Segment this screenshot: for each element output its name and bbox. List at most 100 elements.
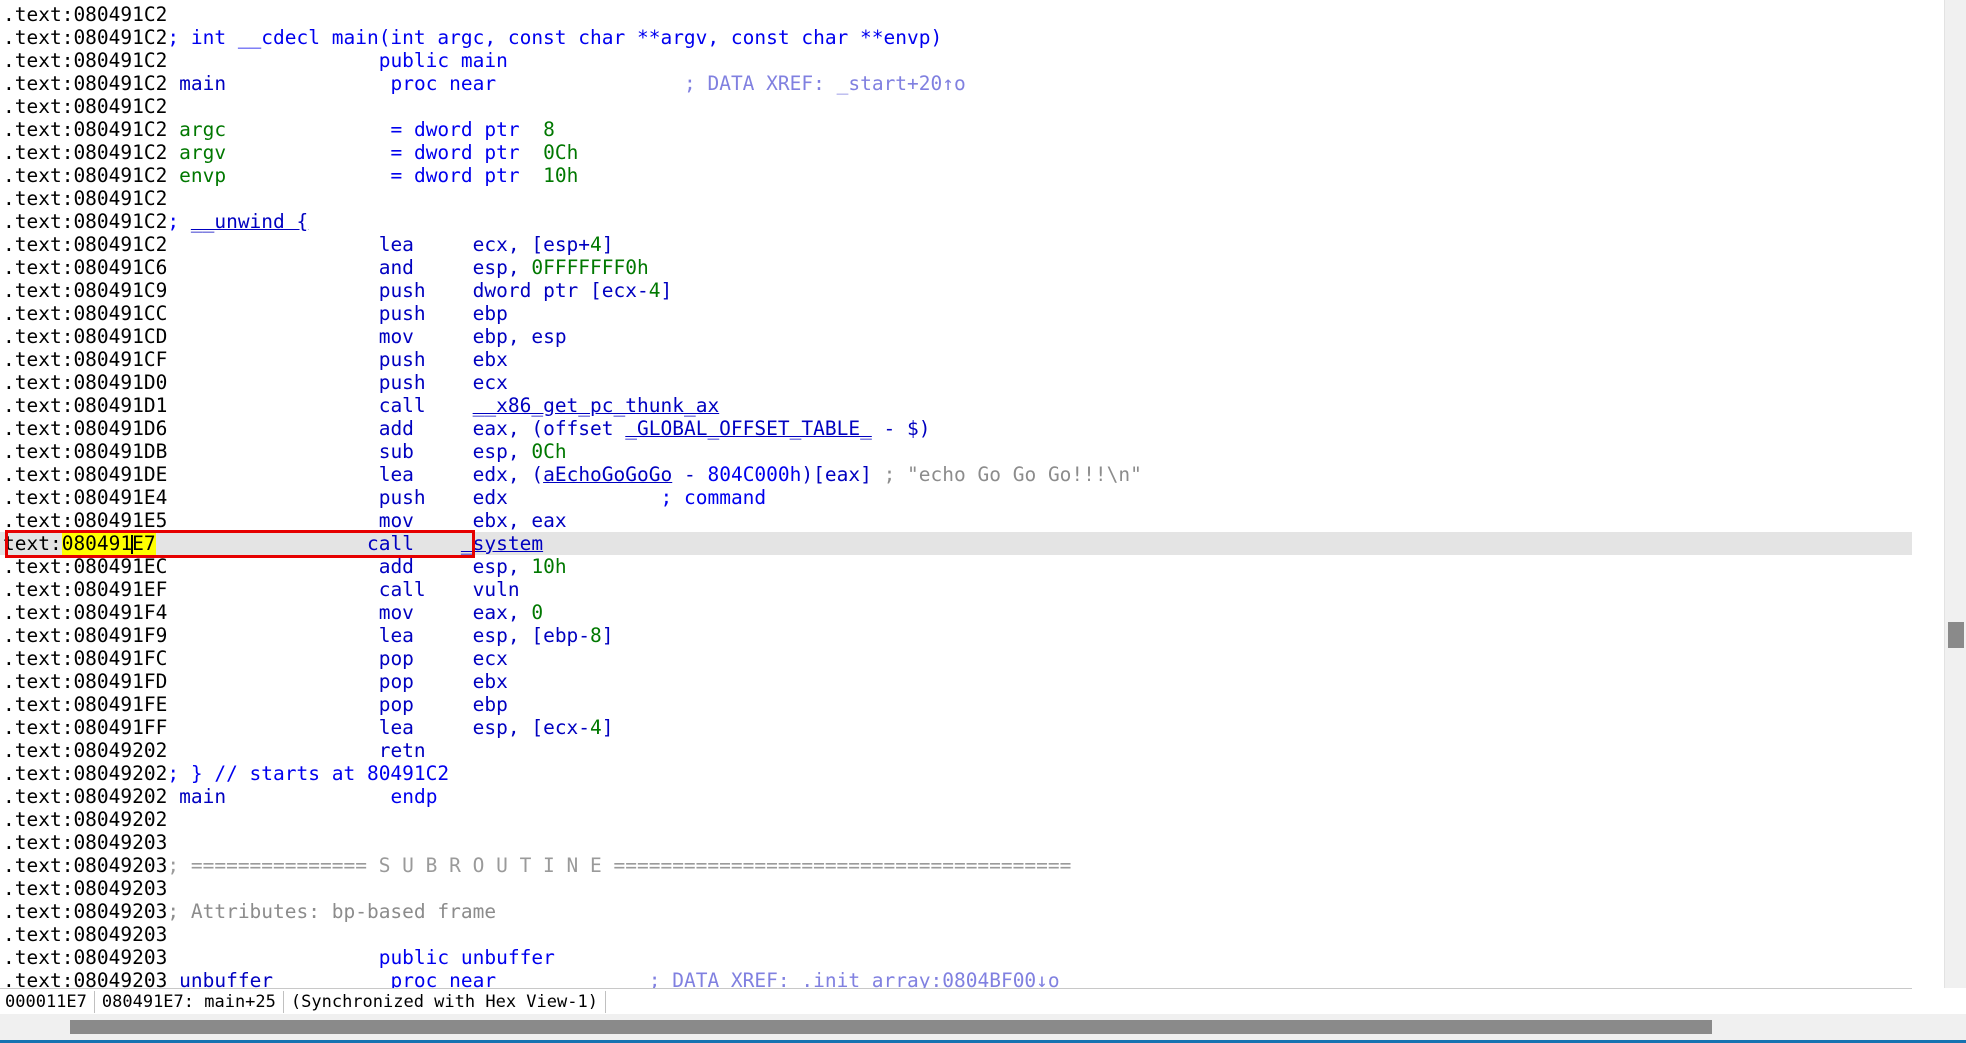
line-token [167,785,179,808]
line-token: ; DATA XREF: _start+20↑o [683,72,966,95]
disassembly-line[interactable]: .text:08049203; Attributes: bp-based fra… [0,900,1912,923]
vertical-scrollbar[interactable] [1944,0,1966,988]
line-token: ebx [472,670,508,693]
disassembly-line[interactable]: .text:080491D0 push ecx [0,371,1912,394]
disassembly-line[interactable]: .text:08049203 unbuffer proc near ; DATA… [0,969,1912,988]
line-token [414,693,473,716]
disassembly-line[interactable]: .text:08049203; =============== S U B R … [0,854,1912,877]
line-token: ] [601,716,614,739]
line-token: eax, [472,601,532,624]
disassembly-line[interactable]: .text:080491C2 [0,95,1912,118]
disassembly-line[interactable]: .text:080491C2 argv = dword ptr 0Ch [0,141,1912,164]
line-address: .text:08049203 [3,877,168,900]
disassembly-line[interactable]: .text:080491CF push ebx [0,348,1912,371]
disassembly-line[interactable]: .text:080491C2 main proc near ; DATA XRE… [0,72,1912,95]
line-token [167,394,378,417]
line-token: and [378,256,414,279]
line-token [226,141,390,164]
horizontal-scrollbar[interactable] [0,1014,1806,1040]
disassembly-line[interactable]: .text:080491FE pop ebp [0,693,1912,716]
line-token: proc near [390,969,497,988]
line-token: public main [378,49,508,72]
disassembly-line[interactable]: .text:080491FF lea esp, [ecx-4] [0,716,1912,739]
line-token: ebp [472,302,508,325]
disassembly-line[interactable]: .text:080491C2 [0,3,1912,26]
disassembly-line[interactable]: .text:080491F4 mov eax, 0 [0,601,1912,624]
line-token: dword ptr [ecx- [472,279,649,302]
line-token: mov [378,601,414,624]
line-token: esp, [ebp- [472,624,591,647]
disassembly-line[interactable]: .text:080491EF call vuln [0,578,1912,601]
line-token: 0FFFFFFF0h [531,256,649,279]
line-token [414,509,473,532]
disassembly-line[interactable]: .text:080491DE lea edx, (aEchoGoGoGo - 8… [0,463,1912,486]
line-address: .text:080491CF [3,348,168,371]
line-token [167,624,378,647]
horizontal-scrollbar-thumb[interactable] [70,1020,1712,1034]
line-token [414,555,473,578]
line-address: .text:08049203 [3,969,168,988]
disassembly-line[interactable]: .text:080491CD mov ebp, esp [0,325,1912,348]
line-token: ] [660,279,673,302]
disassembly-line[interactable]: .text:08049202 retn [0,739,1912,762]
disassembly-line[interactable]: .text:080491C2 lea ecx, [esp+4] [0,233,1912,256]
disassembly-line[interactable]: .text:080491C2; int __cdecl main(int arg… [0,26,1912,49]
line-address: .text:080491EF [3,578,168,601]
disassembly-line[interactable]: .text:08049202 main endp [0,785,1912,808]
line-address: .text:080491FC [3,647,168,670]
disassembly-line[interactable]: .text:080491DB sub esp, 0Ch [0,440,1912,463]
line-address: .text:080491C2 [3,187,168,210]
line-address: .text:080491EC [3,555,168,578]
disassembly-line-list[interactable]: .text:080491C2 .text:080491C2; int __cdec… [0,3,1912,988]
vertical-scrollbar-thumb[interactable] [1948,622,1964,648]
line-token [414,532,461,555]
disassembly-line[interactable]: .text:080491C2 public main [0,49,1912,72]
line-token: ] [601,233,614,256]
disassembly-line[interactable]: .text:080491F9 lea esp, [ebp-8] [0,624,1912,647]
line-token [414,256,473,279]
line-token: envp [179,164,227,187]
disassembly-line[interactable]: .text:080491D1 call __x86_get_pc_thunk_a… [0,394,1912,417]
line-token [496,72,684,95]
line-token [156,532,367,555]
line-address: .text:080491C2 [3,3,168,26]
disassembly-line[interactable]: .text:08049202; } // starts at 80491C2 [0,762,1912,785]
line-token: 0Ch [531,440,567,463]
disassembly-line[interactable]: .text:080491D6 add eax, (offset _GLOBAL_… [0,417,1912,440]
disassembly-line[interactable]: .text:080491C2; __unwind { [0,210,1912,233]
disassembly-line[interactable]: .text:080491C2 envp = dword ptr 10h [0,164,1912,187]
disassembly-view[interactable]: .text:080491C2 .text:080491C2; int __cdec… [0,0,1912,988]
ida-window: .text:080491C2 .text:080491C2; int __cdec… [0,0,1966,1043]
line-token [508,486,661,509]
disassembly-line[interactable]: .text:080491C9 push dword ptr [ecx-4] [0,279,1912,302]
line-token: pop [378,670,414,693]
line-address: .text:08049203 [3,946,168,969]
disassembly-line[interactable]: .text:08049203 [0,877,1912,900]
line-address: .text:08049202 [3,785,168,808]
line-token: public unbuffer [378,946,555,969]
disassembly-line[interactable]: .text:080491E5 mov ebx, eax [0,509,1912,532]
disassembly-line[interactable]: .text:08049203 [0,831,1912,854]
disassembly-line[interactable]: .text:080491FC pop ecx [0,647,1912,670]
line-address: .text:08049202 [3,808,168,831]
disassembly-line-current[interactable]: text:080491E7 call _system [0,532,1912,555]
disassembly-line[interactable]: .text:08049203 public unbuffer [0,946,1912,969]
disassembly-line[interactable]: .text:080491EC add esp, 10h [0,555,1912,578]
disassembly-line[interactable]: .text:080491C2 argc = dword ptr 8 [0,118,1912,141]
disassembly-line[interactable]: .text:080491CC push ebp [0,302,1912,325]
line-token: edx, ( [472,463,544,486]
line-token: ecx [472,647,508,670]
line-token: push [378,302,426,325]
disassembly-line[interactable]: .text:080491C6 and esp, 0FFFFFFF0h [0,256,1912,279]
disassembly-line[interactable]: .text:080491C2 [0,187,1912,210]
line-token: ; =============== S U B R O U T I N E ==… [167,854,1072,877]
line-token: = dword ptr [390,118,544,141]
disassembly-line[interactable]: .text:080491E4 push edx ; command [0,486,1912,509]
line-token [426,371,473,394]
disassembly-line[interactable]: .text:080491FD pop ebx [0,670,1912,693]
line-token [167,417,378,440]
line-address: .text:080491C2 [3,118,168,141]
disassembly-line[interactable]: .text:08049202 [0,808,1912,831]
line-address: .text:080491C2 [3,72,168,95]
disassembly-line[interactable]: .text:08049203 [0,923,1912,946]
